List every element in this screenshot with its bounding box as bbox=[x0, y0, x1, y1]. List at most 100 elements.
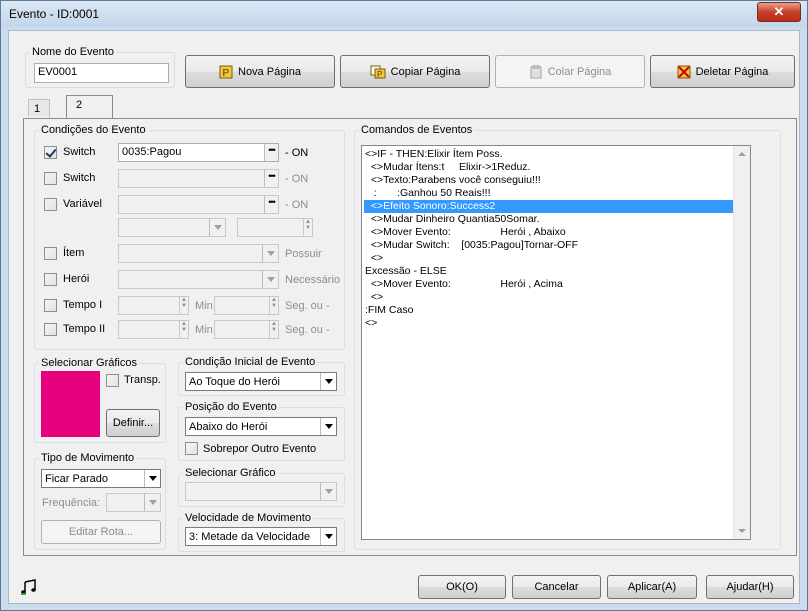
command-row[interactable]: <> bbox=[364, 317, 735, 330]
svg-text:P: P bbox=[223, 68, 230, 79]
command-row[interactable]: <>Mudar Ítens:t Elixir->1Reduz. bbox=[364, 161, 735, 174]
initial-condition-select[interactable]: Ao Toque do Herói bbox=[185, 372, 337, 391]
switch1-suffix: - ON bbox=[285, 147, 309, 159]
switch2-field[interactable]: ••• bbox=[118, 169, 279, 188]
command-row-selected[interactable]: <>Efeito Sonoro:Success2 bbox=[364, 200, 735, 213]
timer2-sec-spinner[interactable]: ▲ ▼ bbox=[214, 320, 279, 339]
variable-suffix: - ON bbox=[285, 199, 309, 211]
commands-legend: Comandos de Eventos bbox=[359, 124, 475, 136]
close-button[interactable]: ✕ bbox=[757, 2, 801, 22]
graphic-preview[interactable] bbox=[41, 371, 100, 437]
tab-page-1[interactable]: 1 bbox=[28, 99, 50, 117]
commands-scrollbar[interactable] bbox=[733, 146, 750, 539]
hero-checkbox[interactable] bbox=[44, 273, 57, 286]
command-row[interactable]: <>Mover Evento: Herói , Abaixo bbox=[364, 226, 735, 239]
command-row[interactable]: Excessão - ELSE bbox=[364, 265, 735, 278]
movement-type-legend: Tipo de Movimento bbox=[39, 452, 137, 464]
switch2-label: Switch bbox=[63, 172, 96, 184]
commands-list[interactable]: <>IF - THEN:Elixir Ítem Poss. <>Mudar Ít… bbox=[361, 145, 751, 540]
tab-page-2[interactable]: 2 bbox=[66, 95, 113, 119]
paste-page-label: Colar Página bbox=[547, 65, 612, 78]
hero-select[interactable] bbox=[118, 270, 279, 289]
define-graphic-button[interactable]: Definir... bbox=[106, 409, 160, 437]
event-position-select[interactable]: Abaixo do Herói bbox=[185, 417, 337, 436]
command-row[interactable]: <>Mudar Dinheiro Quantia50Somar. bbox=[364, 213, 735, 226]
timer1-checkbox[interactable] bbox=[44, 299, 57, 312]
item-select[interactable] bbox=[118, 244, 279, 263]
variable-value-spinner[interactable]: ▲ ▼ bbox=[237, 218, 313, 237]
switch1-browse-button[interactable]: ••• bbox=[264, 144, 278, 161]
select-graphic-legend: Selecionar Gráfico bbox=[183, 467, 278, 479]
variable-checkbox[interactable] bbox=[44, 198, 57, 211]
scroll-up-icon[interactable] bbox=[734, 146, 750, 162]
move-speed-legend: Velocidade de Movimento bbox=[183, 512, 313, 524]
delete-page-button[interactable]: Deletar Página bbox=[650, 55, 795, 88]
command-row[interactable]: <>IF - THEN:Elixir Ítem Poss. bbox=[364, 148, 735, 161]
switch1-checkbox[interactable] bbox=[44, 146, 57, 159]
movement-type-select[interactable]: Ficar Parado bbox=[41, 469, 161, 488]
copy-page-icon: P bbox=[370, 65, 386, 79]
switch1-label: Switch bbox=[63, 146, 96, 158]
timer2-label: Tempo II bbox=[63, 323, 106, 335]
music-note-icon[interactable] bbox=[21, 579, 37, 595]
frequency-label: Frequência: bbox=[42, 497, 101, 509]
conditions-group: Condições do Evento bbox=[34, 124, 345, 350]
window-title: Evento - ID:0001 bbox=[9, 7, 100, 21]
command-row[interactable]: : :Ganhou 50 Reais!!! bbox=[364, 187, 735, 200]
command-row[interactable]: <>Mudar Switch: [0035:Pagou]Tornar-OFF bbox=[364, 239, 735, 252]
graphics-legend: Selecionar Gráficos bbox=[39, 357, 139, 369]
ok-button[interactable]: OK(O) bbox=[418, 575, 506, 599]
transparent-label: Transp. bbox=[124, 374, 161, 386]
timer2-min-label: Min bbox=[195, 324, 213, 336]
overlap-label: Sobrepor Outro Evento bbox=[203, 443, 317, 455]
help-button[interactable]: Ajudar(H) bbox=[706, 575, 794, 599]
cancel-button[interactable]: Cancelar bbox=[512, 575, 601, 599]
command-row[interactable]: <>Texto:Parabens você conseguiu!!! bbox=[364, 174, 735, 187]
item-suffix: Possuir bbox=[285, 248, 322, 260]
event-position-legend: Posição do Evento bbox=[183, 401, 279, 413]
transparent-checkbox[interactable] bbox=[106, 374, 119, 387]
timer1-min-spinner[interactable]: ▲ ▼ bbox=[118, 296, 189, 315]
switch2-browse-button[interactable]: ••• bbox=[264, 170, 278, 187]
switch2-checkbox[interactable] bbox=[44, 172, 57, 185]
paste-page-button[interactable]: Colar Página bbox=[495, 55, 645, 88]
timer1-sec-spinner[interactable]: ▲ ▼ bbox=[214, 296, 279, 315]
move-speed-select[interactable]: 3: Metade da Velocidade bbox=[185, 527, 337, 546]
command-row[interactable]: <>Mover Evento: Herói , Acima bbox=[364, 278, 735, 291]
timer2-checkbox[interactable] bbox=[44, 323, 57, 336]
event-name-legend: Nome do Evento bbox=[30, 46, 116, 58]
item-label: Ítem bbox=[63, 247, 85, 259]
hero-suffix: Necessário bbox=[285, 274, 341, 286]
command-row[interactable]: :FIM Caso bbox=[364, 304, 735, 317]
delete-page-icon bbox=[677, 65, 691, 78]
frequency-select[interactable] bbox=[106, 493, 161, 512]
edit-route-button[interactable]: Editar Rota... bbox=[41, 520, 161, 544]
svg-text:P: P bbox=[377, 70, 382, 79]
new-page-icon: P bbox=[219, 65, 233, 79]
scroll-down-icon[interactable] bbox=[734, 523, 750, 539]
command-row[interactable]: <> bbox=[364, 291, 735, 304]
new-page-label: Nova Página bbox=[238, 65, 301, 78]
variable-browse-button[interactable]: ••• bbox=[264, 196, 278, 213]
item-checkbox[interactable] bbox=[44, 247, 57, 260]
apply-button[interactable]: Aplicar(A) bbox=[607, 575, 697, 599]
timer2-sec-label: Seg. ou - bbox=[285, 324, 330, 336]
paste-page-icon bbox=[530, 64, 542, 78]
new-page-button[interactable]: P Nova Página bbox=[185, 55, 335, 88]
variable-field[interactable]: ••• bbox=[118, 195, 279, 214]
switch1-field[interactable]: 0035:Pagou ••• bbox=[118, 143, 279, 162]
copy-page-button[interactable]: P Copiar Página bbox=[340, 55, 490, 88]
conditions-legend: Condições do Evento bbox=[39, 124, 148, 136]
timer2-min-spinner[interactable]: ▲ ▼ bbox=[118, 320, 189, 339]
event-name-input[interactable]: EV0001 bbox=[34, 63, 169, 83]
select-graphic-select[interactable] bbox=[185, 482, 337, 501]
copy-page-label: Copiar Página bbox=[390, 65, 461, 78]
overlap-checkbox[interactable] bbox=[185, 442, 198, 455]
variable-label: Variável bbox=[63, 198, 102, 210]
event-dialog: Evento - ID:0001 ✕ Nome do Evento EV0001… bbox=[0, 0, 808, 611]
variable-operator-select[interactable] bbox=[118, 218, 226, 237]
timer1-sec-label: Seg. ou - bbox=[285, 300, 330, 312]
timer1-min-label: Min bbox=[195, 300, 213, 312]
command-row[interactable]: <> bbox=[364, 252, 735, 265]
title-bar: Evento - ID:0001 ✕ bbox=[1, 1, 807, 27]
